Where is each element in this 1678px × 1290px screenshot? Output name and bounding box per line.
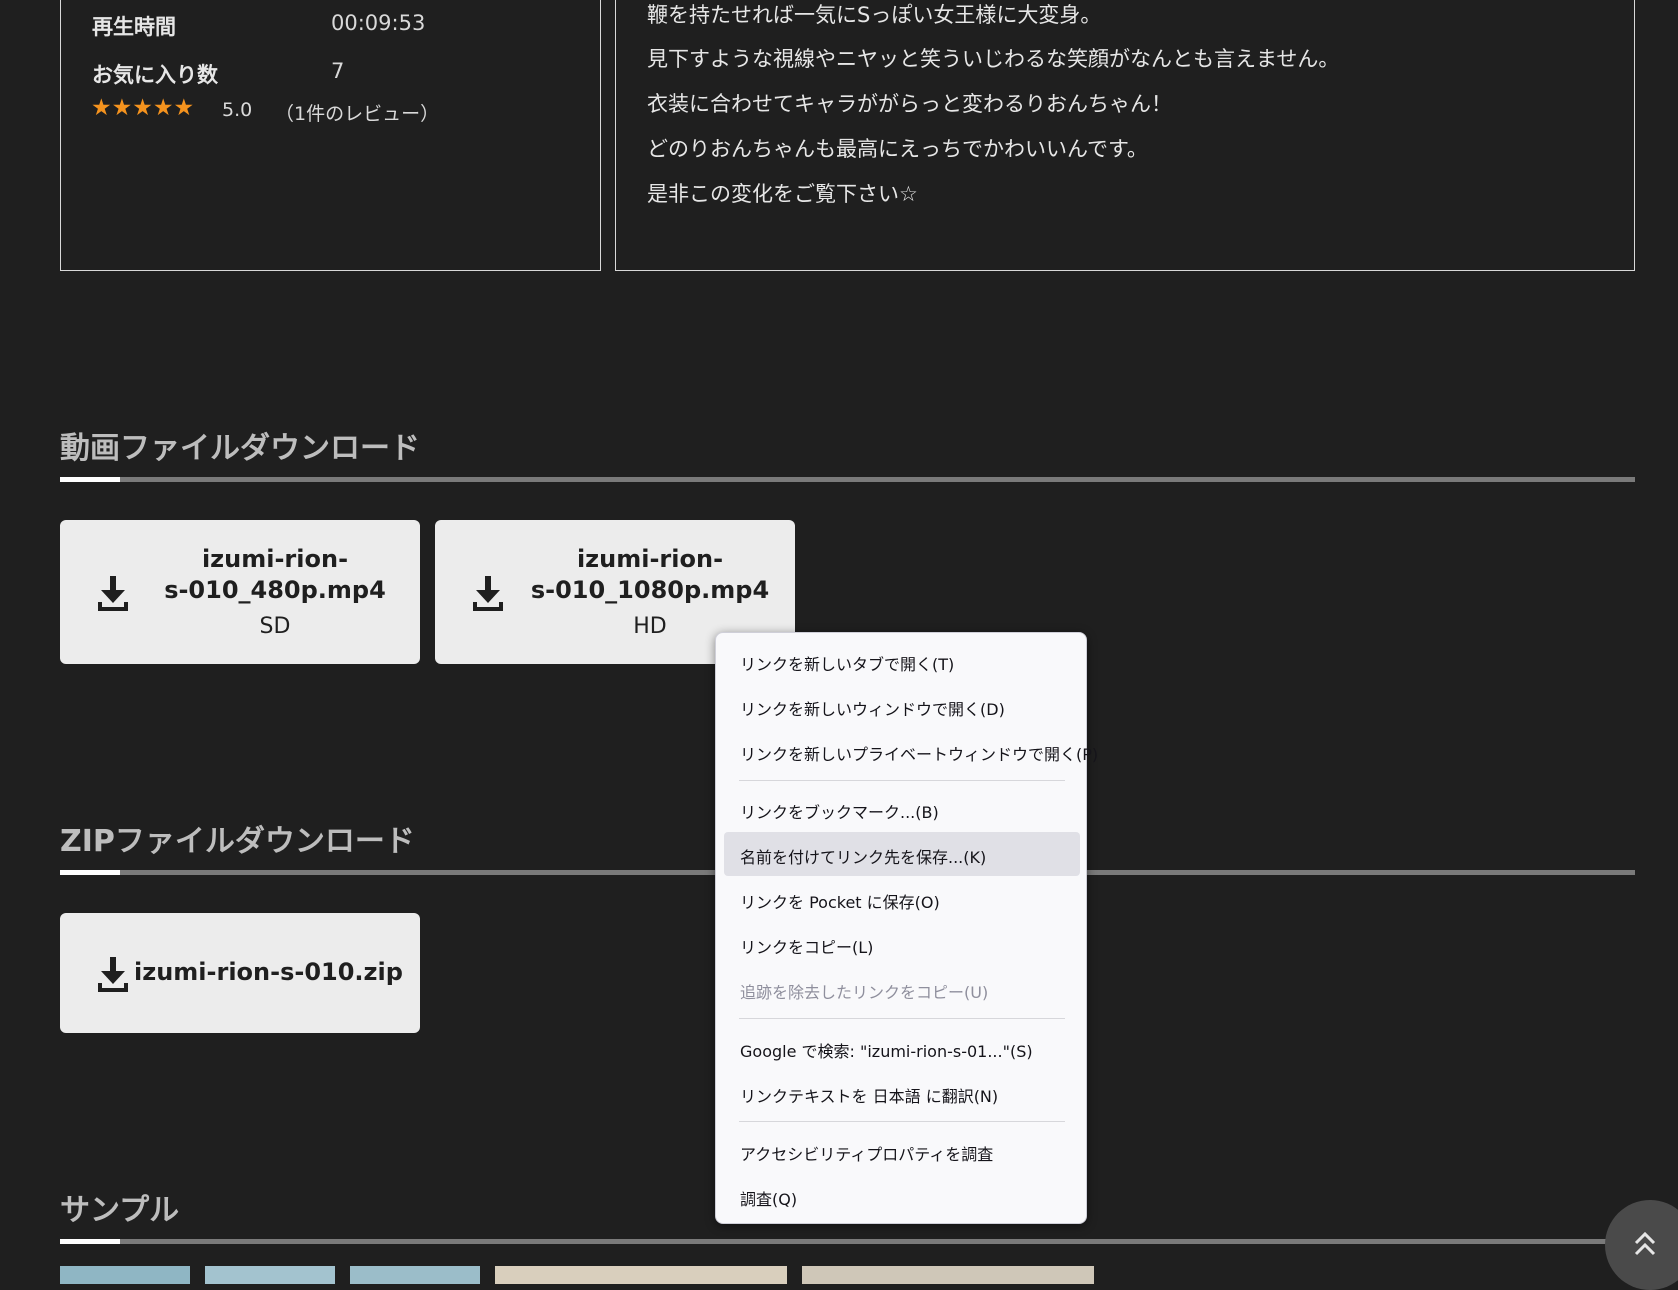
filename-line1: izumi-rion- xyxy=(576,545,724,573)
menu-separator xyxy=(739,1121,1065,1122)
menu-item-label: 名前を付けてリンク先を保存...(K) xyxy=(740,848,987,867)
scroll-top-button[interactable] xyxy=(1605,1200,1678,1290)
sample-thumbnail[interactable] xyxy=(495,1266,787,1284)
menu-item-label: 追跡を除去したリンクをコピー(U) xyxy=(740,983,989,1002)
favorites-value: 7 xyxy=(331,59,345,83)
menu-save-link-as[interactable]: 名前を付けてリンク先を保存...(K) xyxy=(724,832,1080,876)
section-divider xyxy=(60,477,1635,482)
menu-item-label: リンクを新しいタブで開く(T) xyxy=(740,655,955,674)
video-info-panel: 再生時間 00:09:53 お気に入り数 7 ★★★★★ 5.0 （1件のレビュ… xyxy=(60,0,601,271)
description-line: 是非この変化をご覧下さい☆ xyxy=(647,182,918,206)
description-line: 見下すような視線やニヤッと笑ういじわるな笑顔がなんとも言えません。 xyxy=(647,47,1340,71)
description-line: 衣装に合わせてキャラががらっと変わるりおんちゃん！ xyxy=(647,92,1172,116)
download-icon xyxy=(98,957,128,992)
menu-item-label: アクセシビリティプロパティを調査 xyxy=(740,1145,994,1164)
rating-stars-icon: ★★★★★ xyxy=(91,95,195,121)
menu-open-private-window[interactable]: リンクを新しいプライベートウィンドウで開く(P) xyxy=(724,729,1098,773)
menu-item-label: リンクを新しいプライベートウィンドウで開く(P) xyxy=(740,745,1099,764)
sample-thumbnail[interactable] xyxy=(802,1266,1094,1284)
rating-value: 5.0 xyxy=(222,99,253,121)
menu-bookmark-link[interactable]: リンクをブックマーク...(B) xyxy=(724,787,1080,831)
menu-copy-clean-link: 追跡を除去したリンクをコピー(U) xyxy=(724,967,1080,1011)
menu-item-label: リンクを新しいウィンドウで開く(D) xyxy=(740,700,1005,719)
quality-label: SD xyxy=(259,614,291,639)
menu-copy-link[interactable]: リンクをコピー(L) xyxy=(724,922,1080,966)
description-line: 鞭を持たせれば一気にSっぽい女王様に大変身。 xyxy=(647,3,1102,27)
sample-thumbnail[interactable] xyxy=(350,1266,480,1284)
menu-open-new-tab[interactable]: リンクを新しいタブで開く(T) xyxy=(724,639,1080,683)
download-sd-button[interactable]: izumi-rion- s-010_480p.mp4 SD xyxy=(60,520,420,664)
sample-thumbnail[interactable] xyxy=(60,1266,190,1284)
description-panel: 鞭を持たせれば一気にSっぽい女王様に大変身。 見下すような視線やニヤッと笑ういじ… xyxy=(615,0,1635,271)
menu-inspect[interactable]: 調査(Q) xyxy=(724,1174,1080,1218)
duration-value: 00:09:53 xyxy=(331,11,426,35)
menu-translate-link-text[interactable]: リンクテキストを 日本語 に翻訳(N) xyxy=(724,1071,1080,1115)
menu-search-google[interactable]: Google で検索: "izumi-rion-s-01..."(S) xyxy=(724,1026,1080,1070)
menu-item-label: 調査(Q) xyxy=(740,1190,798,1209)
zip-filename: izumi-rion-s-010.zip xyxy=(134,958,403,986)
favorites-label: お気に入り数 xyxy=(92,63,218,87)
download-icon xyxy=(98,576,128,611)
zip-download-heading: ZIPファイルダウンロード xyxy=(60,824,415,859)
menu-inspect-accessibility[interactable]: アクセシビリティプロパティを調査 xyxy=(724,1129,1080,1173)
sample-thumbnail[interactable] xyxy=(205,1266,335,1284)
double-chevron-up-icon xyxy=(1634,1231,1656,1256)
context-menu: リンクを新しいタブで開く(T) リンクを新しいウィンドウで開く(D) リンクを新… xyxy=(715,632,1098,1224)
filename-line1: izumi-rion- xyxy=(201,545,349,573)
menu-item-label: リンクをコピー(L) xyxy=(740,938,874,957)
filename-line2: s-010_1080p.mp4 xyxy=(530,576,770,604)
section-divider xyxy=(60,1239,1635,1244)
menu-item-label: リンクを Pocket に保存(O) xyxy=(740,893,940,912)
duration-label: 再生時間 xyxy=(92,15,176,39)
menu-separator xyxy=(739,1018,1065,1019)
menu-item-label: リンクをブックマーク...(B) xyxy=(740,803,939,822)
menu-separator xyxy=(739,780,1065,781)
review-count-link[interactable]: （1件のレビュー） xyxy=(275,99,439,126)
menu-save-to-pocket[interactable]: リンクを Pocket に保存(O) xyxy=(724,877,1080,921)
menu-item-label: Google で検索: "izumi-rion-s-01..."(S) xyxy=(740,1042,1033,1061)
download-icon xyxy=(473,576,503,611)
menu-open-new-window[interactable]: リンクを新しいウィンドウで開く(D) xyxy=(724,684,1080,728)
download-zip-button[interactable]: izumi-rion-s-010.zip xyxy=(60,913,420,1033)
filename-line2: s-010_480p.mp4 xyxy=(164,576,386,604)
video-download-heading: 動画ファイルダウンロード xyxy=(60,431,420,466)
description-line: どのりおんちゃんも最高にえっちでかわいいんです。 xyxy=(647,137,1148,161)
sample-heading: サンプル xyxy=(60,1193,180,1228)
menu-item-label: リンクテキストを 日本語 に翻訳(N) xyxy=(740,1087,999,1106)
